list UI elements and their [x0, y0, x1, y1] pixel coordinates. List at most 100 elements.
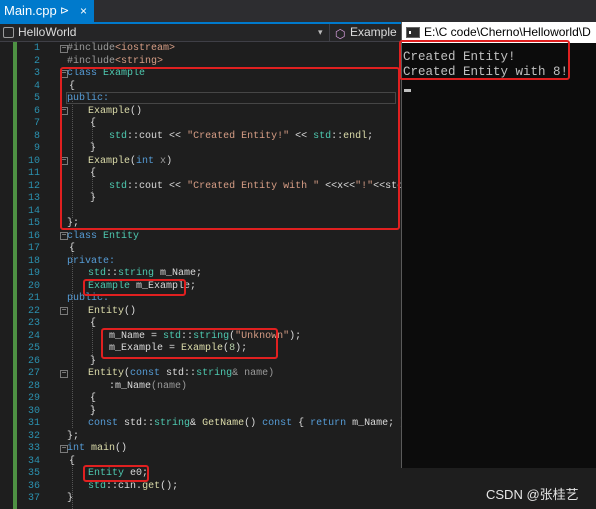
code-line-11: {: [90, 168, 97, 179]
line-number: 7: [33, 118, 40, 129]
fold-icon[interactable]: −: [60, 307, 68, 315]
line-number: 9: [33, 143, 40, 154]
code-line-6: Example(): [88, 105, 143, 117]
line-number: 2: [33, 55, 40, 67]
console-line: Created Entity with 8!: [403, 64, 569, 79]
code-line-36: std::cin.get();: [88, 480, 179, 492]
code-line-25: m_Example = Example(8);: [109, 343, 248, 354]
line-number: 8: [33, 130, 40, 142]
code-line-23: {: [90, 318, 97, 329]
code-line-15: };: [67, 218, 80, 229]
line-number: 26: [27, 355, 40, 367]
code-line-28: :m_Name(name): [109, 380, 188, 392]
line-number: 15: [27, 218, 40, 229]
code-line-35: Entity e0;: [88, 468, 149, 479]
code-line-2: #include<string>: [67, 55, 164, 67]
code-line-26: }: [90, 355, 97, 367]
code-line-21: public:: [67, 293, 110, 304]
line-number: 18: [27, 255, 40, 267]
console-line: Created Entity!: [403, 50, 516, 64]
fold-icon[interactable]: −: [60, 157, 68, 165]
code-line-33: int main(): [67, 443, 128, 454]
current-line-highlight: [66, 92, 396, 104]
line-number: 32: [27, 430, 40, 442]
console-output: Created Entity! Created Entity with 8!: [402, 43, 596, 468]
code-line-10: Example(int x): [88, 155, 173, 167]
line-number: 21: [27, 293, 40, 304]
code-line-31: const std::string& GetName() const { ret…: [88, 418, 407, 429]
code-line-34: {: [69, 455, 76, 467]
code-line-9: }: [90, 143, 97, 154]
close-icon[interactable]: ×: [80, 0, 87, 22]
tab-bar: Main.cpp ⊳ ×: [0, 0, 596, 24]
code-line-5: public:: [67, 93, 110, 104]
code-line-13: }: [90, 193, 97, 204]
line-number: 10: [27, 155, 40, 167]
code-line-8: std::cout << "Created Entity!" << std::e…: [109, 130, 374, 142]
code-line-20: Example m_Example;: [88, 280, 197, 292]
project-icon: [3, 27, 14, 38]
class-icon: ⬡: [335, 27, 346, 41]
code-line-27: Entity(const std::string& name): [88, 368, 275, 379]
project-dropdown[interactable]: HelloWorld ▾: [0, 24, 330, 41]
line-number: 36: [27, 480, 40, 492]
watermark: CSDN @张桂艺: [486, 487, 579, 502]
code-line-24: m_Name = std::string("Unknown");: [109, 330, 302, 342]
line-number: 4: [33, 80, 40, 92]
pin-icon[interactable]: ⊳: [60, 0, 69, 22]
code-line-3: class Example: [67, 68, 146, 79]
line-number: 19: [27, 268, 40, 279]
indent-guide: [72, 98, 73, 218]
line-number: 33: [27, 443, 40, 454]
line-number: 13: [27, 193, 40, 204]
project-name: HelloWorld: [18, 25, 77, 39]
line-number: 35: [27, 468, 40, 479]
line-number: 28: [27, 380, 40, 392]
line-number: 23: [27, 318, 40, 329]
line-number: 27: [27, 368, 40, 379]
code-line-12: std::cout << "Created Entity with " <<x<…: [109, 180, 445, 192]
code-line-30: }: [90, 405, 97, 417]
code-line-29: {: [90, 393, 97, 404]
console-title: E:\C code\Cherno\Helloworld\D: [424, 25, 591, 39]
line-number: 17: [27, 243, 40, 254]
code-line-22: Entity(): [88, 305, 137, 317]
code-line-1: #include<iostream>: [67, 43, 176, 54]
code-line-4: {: [69, 80, 76, 92]
chevron-down-icon[interactable]: ▾: [318, 24, 323, 41]
fold-icon[interactable]: −: [60, 107, 68, 115]
line-number: 12: [27, 180, 40, 192]
line-number: 31: [27, 418, 40, 429]
line-number: 30: [27, 405, 40, 417]
line-number: 20: [27, 280, 40, 292]
console-window[interactable]: E:\C code\Cherno\Helloworld\D Created En…: [399, 22, 596, 468]
line-number: 5: [33, 93, 40, 104]
code-line-19: std::string m_Name;: [88, 268, 203, 279]
tab-title: Main.cpp: [4, 3, 57, 18]
line-number: 6: [33, 105, 40, 117]
line-number: 3: [33, 68, 40, 79]
line-number: 11: [27, 168, 40, 179]
line-number: 24: [27, 330, 40, 342]
line-number: 16: [27, 230, 40, 242]
console-app-icon: [406, 27, 420, 38]
indent-guide: [72, 248, 73, 428]
line-number: 37: [27, 493, 40, 504]
code-line-7: {: [90, 118, 97, 129]
code-line-32: };: [67, 430, 80, 442]
code-line-17: {: [69, 243, 76, 254]
code-line-37: }: [67, 493, 74, 504]
fold-icon[interactable]: −: [60, 370, 68, 378]
tab-main-cpp[interactable]: Main.cpp ⊳ ×: [0, 0, 94, 22]
line-number: 14: [27, 205, 40, 217]
console-title-bar[interactable]: E:\C code\Cherno\Helloworld\D: [402, 22, 596, 43]
line-number: 34: [27, 455, 40, 467]
scope-dropdown[interactable]: ⬡ Example: [332, 24, 397, 41]
line-number: 29: [27, 393, 40, 404]
line-number: 25: [27, 343, 40, 354]
code-line-18: private:: [67, 255, 116, 267]
line-number: 1: [33, 43, 40, 54]
code-line-16: class Entity: [67, 230, 140, 242]
scope-name: Example: [350, 25, 397, 39]
console-cursor: [404, 89, 411, 92]
